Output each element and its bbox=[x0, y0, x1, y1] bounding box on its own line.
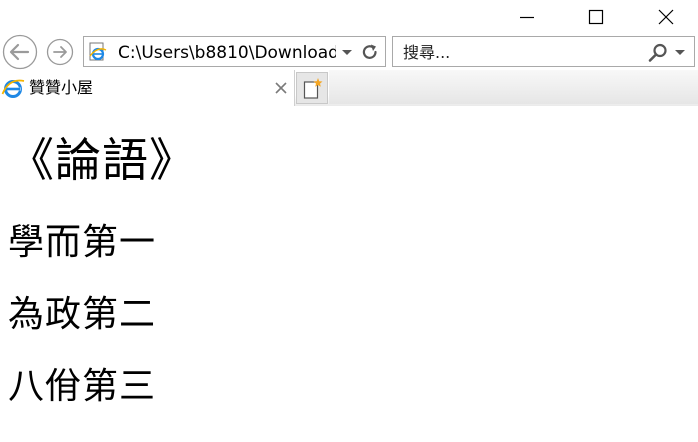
title-bar bbox=[0, 0, 698, 36]
address-text[interactable]: C:\Users\b8810\Download bbox=[118, 42, 336, 64]
search-dropdown-icon[interactable] bbox=[673, 43, 687, 61]
forward-button[interactable] bbox=[46, 38, 74, 66]
tab-title: 贊贊小屋 bbox=[29, 78, 94, 97]
address-bar[interactable]: C:\Users\b8810\Download bbox=[83, 36, 386, 67]
close-window-button[interactable] bbox=[643, 0, 689, 34]
browser-window: C:\Users\b8810\Download 搜尋... 贊贊小屋 《論語》 … bbox=[0, 0, 698, 442]
ie-page-icon bbox=[89, 42, 107, 61]
page-title: 《論語》 bbox=[8, 135, 196, 186]
new-tab-icon bbox=[303, 78, 323, 99]
tab-strip: 贊贊小屋 bbox=[0, 70, 698, 106]
maximize-button[interactable] bbox=[573, 0, 619, 34]
tab-active[interactable]: 贊贊小屋 bbox=[0, 70, 295, 106]
search-icon[interactable] bbox=[647, 42, 669, 64]
maximize-icon bbox=[588, 9, 604, 25]
navigation-bar: C:\Users\b8810\Download bbox=[0, 34, 698, 70]
page-content: 《論語》 學而第一 為政第二 八佾第三 bbox=[0, 106, 698, 442]
refresh-icon[interactable] bbox=[360, 42, 380, 62]
close-tab-icon[interactable] bbox=[272, 79, 290, 97]
search-input[interactable] bbox=[403, 42, 633, 62]
back-button[interactable] bbox=[0, 34, 40, 70]
chapter-heading: 學而第一 bbox=[8, 222, 157, 262]
minimize-button[interactable] bbox=[504, 0, 550, 34]
tab-strip-background bbox=[329, 70, 698, 104]
search-box[interactable] bbox=[392, 36, 695, 67]
minimize-icon bbox=[520, 16, 534, 19]
ie-logo-icon bbox=[1, 79, 25, 98]
back-arrow-icon bbox=[2, 34, 38, 70]
chapter-heading: 八佾第三 bbox=[8, 366, 157, 406]
new-tab-button[interactable] bbox=[296, 72, 328, 104]
chapter-heading: 為政第二 bbox=[8, 294, 157, 334]
address-dropdown-icon[interactable] bbox=[339, 43, 355, 61]
forward-arrow-icon bbox=[46, 38, 74, 66]
close-icon bbox=[658, 9, 674, 25]
